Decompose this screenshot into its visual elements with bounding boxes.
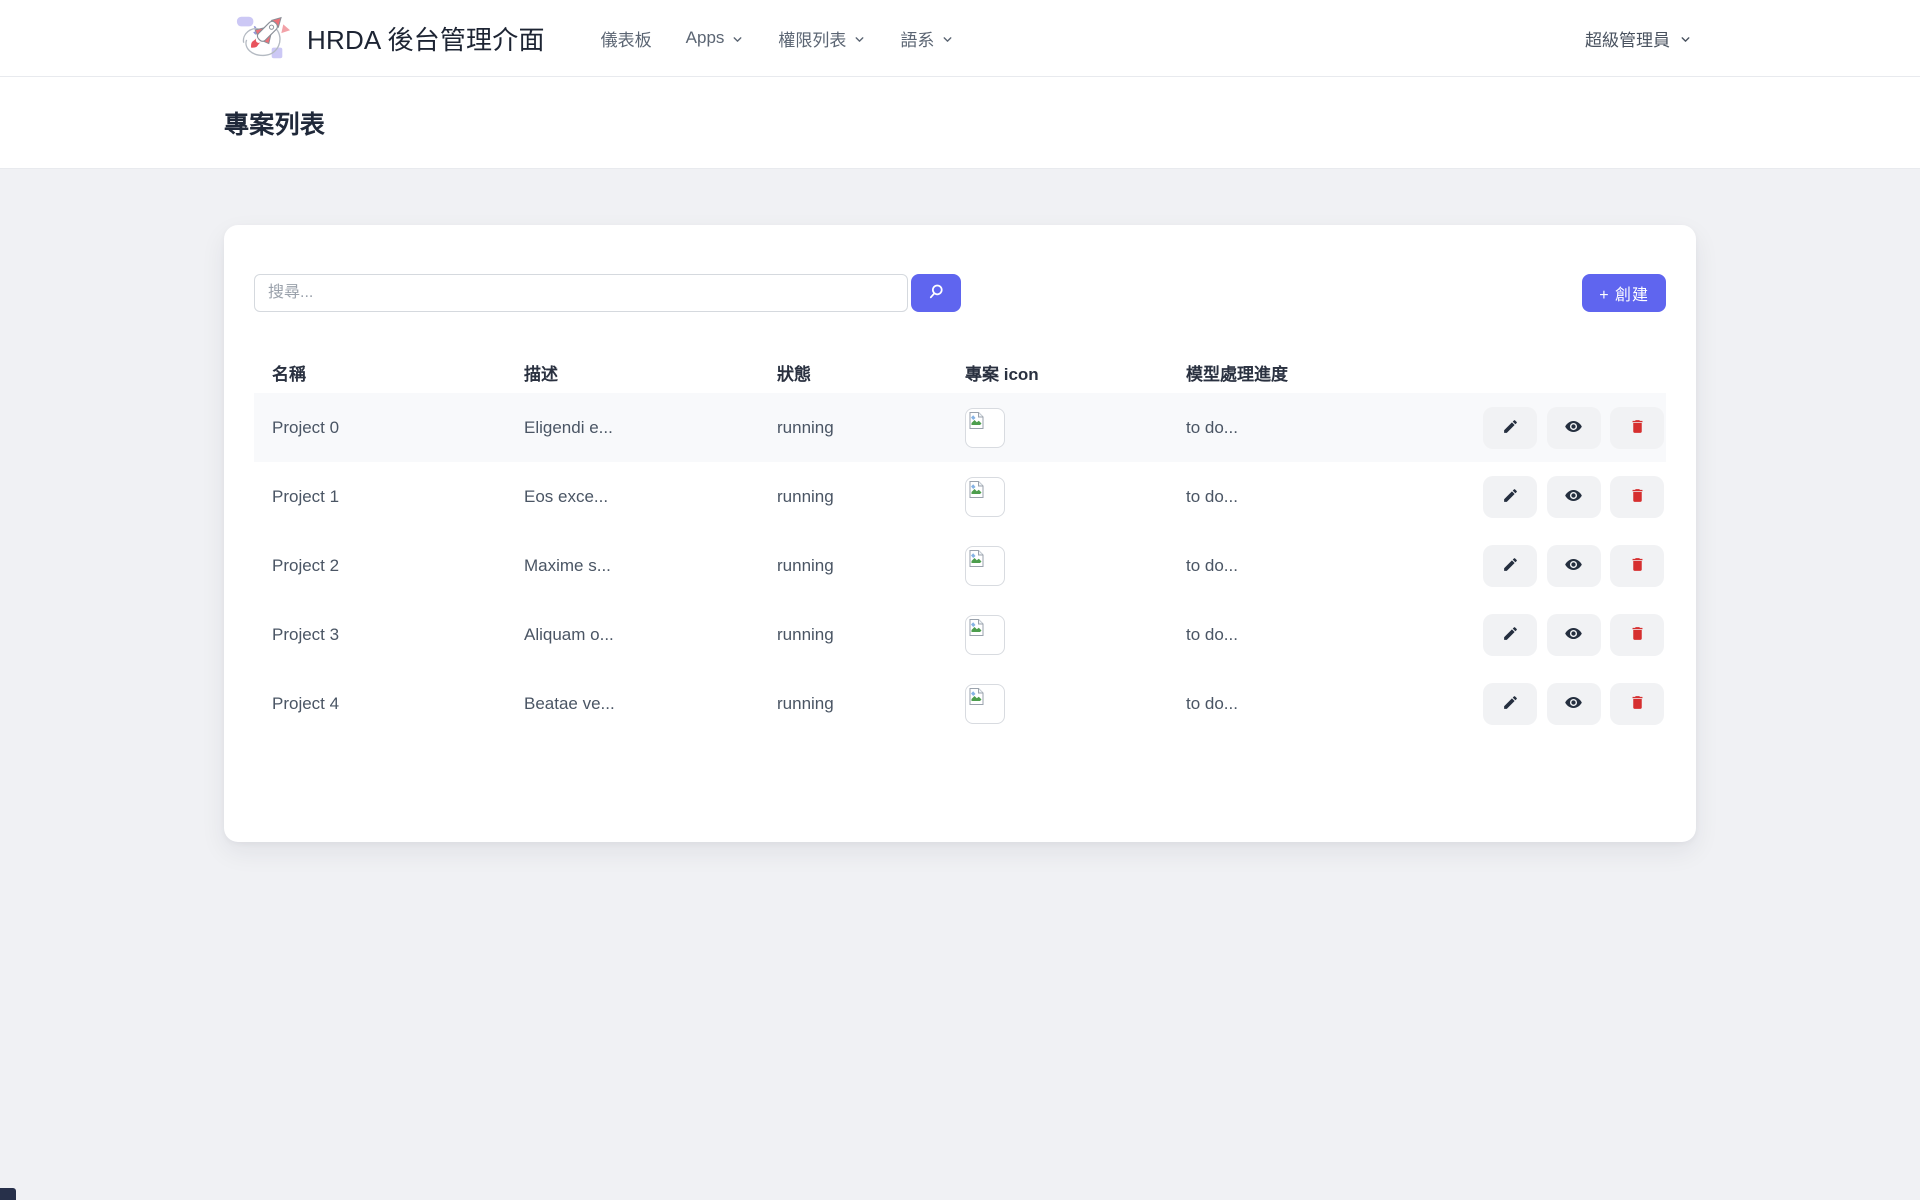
eye-icon bbox=[1564, 624, 1583, 646]
trash-icon bbox=[1629, 556, 1646, 576]
project-description: Eligendi e... bbox=[506, 393, 759, 462]
eye-icon bbox=[1564, 486, 1583, 508]
pencil-icon bbox=[1502, 418, 1519, 438]
brand-link[interactable]: HRDA 後台管理介面 bbox=[234, 8, 545, 69]
nav-item-dashboard[interactable]: 儀表板 bbox=[601, 26, 652, 51]
view-button[interactable] bbox=[1547, 545, 1601, 587]
user-menu[interactable]: 超級管理員 bbox=[1585, 26, 1692, 51]
project-broken-image-icon bbox=[965, 477, 1005, 517]
column-header-name: 名稱 bbox=[254, 352, 506, 393]
project-name: Project 0 bbox=[254, 393, 506, 462]
page-title: 專案列表 bbox=[224, 105, 1696, 141]
column-header-progress: 模型處理進度 bbox=[1168, 352, 1460, 393]
project-description: Eos exce... bbox=[506, 462, 759, 531]
project-progress: to do... bbox=[1168, 669, 1460, 738]
delete-button[interactable] bbox=[1610, 407, 1664, 449]
table-row: Project 4 Beatae ve... running to do... bbox=[254, 669, 1666, 738]
edit-button[interactable] bbox=[1483, 407, 1537, 449]
nav-item-apps-label: Apps bbox=[686, 28, 725, 48]
table-header-row: 名稱 描述 狀態 專案 icon 模型處理進度 bbox=[254, 352, 1666, 393]
table-row: Project 1 Eos exce... running to do... bbox=[254, 462, 1666, 531]
view-button[interactable] bbox=[1547, 683, 1601, 725]
projects-table: 名稱 描述 狀態 專案 icon 模型處理進度 Project 0 Eligen… bbox=[254, 352, 1666, 738]
view-button[interactable] bbox=[1547, 407, 1601, 449]
table-row: Project 2 Maxime s... running to do... bbox=[254, 531, 1666, 600]
pencil-icon bbox=[1502, 487, 1519, 507]
project-status: running bbox=[759, 531, 947, 600]
pencil-icon bbox=[1502, 556, 1519, 576]
project-description: Beatae ve... bbox=[506, 669, 759, 738]
project-description: Aliquam o... bbox=[506, 600, 759, 669]
delete-button[interactable] bbox=[1610, 614, 1664, 656]
search-button[interactable] bbox=[911, 274, 961, 312]
table-toolbar: + 創建 bbox=[254, 274, 1666, 312]
project-progress: to do... bbox=[1168, 531, 1460, 600]
project-broken-image-icon bbox=[965, 408, 1005, 448]
top-navbar: HRDA 後台管理介面 儀表板 Apps 權限列表 語系 bbox=[0, 0, 1920, 77]
delete-button[interactable] bbox=[1610, 545, 1664, 587]
eye-icon bbox=[1564, 693, 1583, 715]
brand-title: HRDA 後台管理介面 bbox=[307, 20, 545, 57]
nav-item-permissions[interactable]: 權限列表 bbox=[778, 26, 866, 51]
project-status: running bbox=[759, 462, 947, 531]
project-status: running bbox=[759, 669, 947, 738]
trash-icon bbox=[1629, 694, 1646, 714]
project-status: running bbox=[759, 600, 947, 669]
project-progress: to do... bbox=[1168, 393, 1460, 462]
nav-item-language[interactable]: 語系 bbox=[900, 26, 954, 51]
main-nav: 儀表板 Apps 權限列表 語系 bbox=[601, 26, 955, 51]
pencil-icon bbox=[1502, 694, 1519, 714]
project-name: Project 2 bbox=[254, 531, 506, 600]
project-progress: to do... bbox=[1168, 600, 1460, 669]
chevron-down-icon bbox=[853, 33, 866, 46]
nav-item-apps[interactable]: Apps bbox=[686, 28, 745, 48]
project-name: Project 1 bbox=[254, 462, 506, 531]
view-button[interactable] bbox=[1547, 476, 1601, 518]
column-header-status: 狀態 bbox=[759, 352, 947, 393]
project-status: running bbox=[759, 393, 947, 462]
create-button[interactable]: + 創建 bbox=[1582, 274, 1666, 312]
nav-item-dashboard-label: 儀表板 bbox=[601, 26, 652, 51]
table-row: Project 3 Aliquam o... running to do... bbox=[254, 600, 1666, 669]
table-row: Project 0 Eligendi e... running to do... bbox=[254, 393, 1666, 462]
edit-button[interactable] bbox=[1483, 476, 1537, 518]
nav-item-language-label: 語系 bbox=[900, 26, 934, 51]
page-header: 專案列表 bbox=[0, 77, 1920, 169]
project-progress: to do... bbox=[1168, 462, 1460, 531]
project-name: Project 3 bbox=[254, 600, 506, 669]
eye-icon bbox=[1564, 555, 1583, 577]
edit-button[interactable] bbox=[1483, 614, 1537, 656]
projects-card: + 創建 名稱 描述 狀態 專案 icon 模型處理進度 bbox=[224, 225, 1696, 842]
project-description: Maxime s... bbox=[506, 531, 759, 600]
corner-artifact bbox=[0, 1188, 16, 1200]
pencil-icon bbox=[1502, 625, 1519, 645]
project-broken-image-icon bbox=[965, 615, 1005, 655]
delete-button[interactable] bbox=[1610, 476, 1664, 518]
column-header-project-icon: 專案 icon bbox=[947, 352, 1168, 393]
nav-item-permissions-label: 權限列表 bbox=[778, 26, 846, 51]
view-button[interactable] bbox=[1547, 614, 1601, 656]
user-menu-label: 超級管理員 bbox=[1585, 26, 1670, 51]
chevron-down-icon bbox=[1679, 33, 1692, 46]
chevron-down-icon bbox=[731, 33, 744, 46]
project-name: Project 4 bbox=[254, 669, 506, 738]
rocket-logo-icon bbox=[234, 8, 292, 69]
delete-button[interactable] bbox=[1610, 683, 1664, 725]
trash-icon bbox=[1629, 625, 1646, 645]
eye-icon bbox=[1564, 417, 1583, 439]
search-input[interactable] bbox=[254, 274, 908, 312]
edit-button[interactable] bbox=[1483, 683, 1537, 725]
column-header-description: 描述 bbox=[506, 352, 759, 393]
column-header-actions bbox=[1460, 352, 1666, 393]
chevron-down-icon bbox=[941, 33, 954, 46]
project-broken-image-icon bbox=[965, 546, 1005, 586]
project-broken-image-icon bbox=[965, 684, 1005, 724]
edit-button[interactable] bbox=[1483, 545, 1537, 587]
trash-icon bbox=[1629, 418, 1646, 438]
trash-icon bbox=[1629, 487, 1646, 507]
search-icon bbox=[927, 282, 946, 304]
